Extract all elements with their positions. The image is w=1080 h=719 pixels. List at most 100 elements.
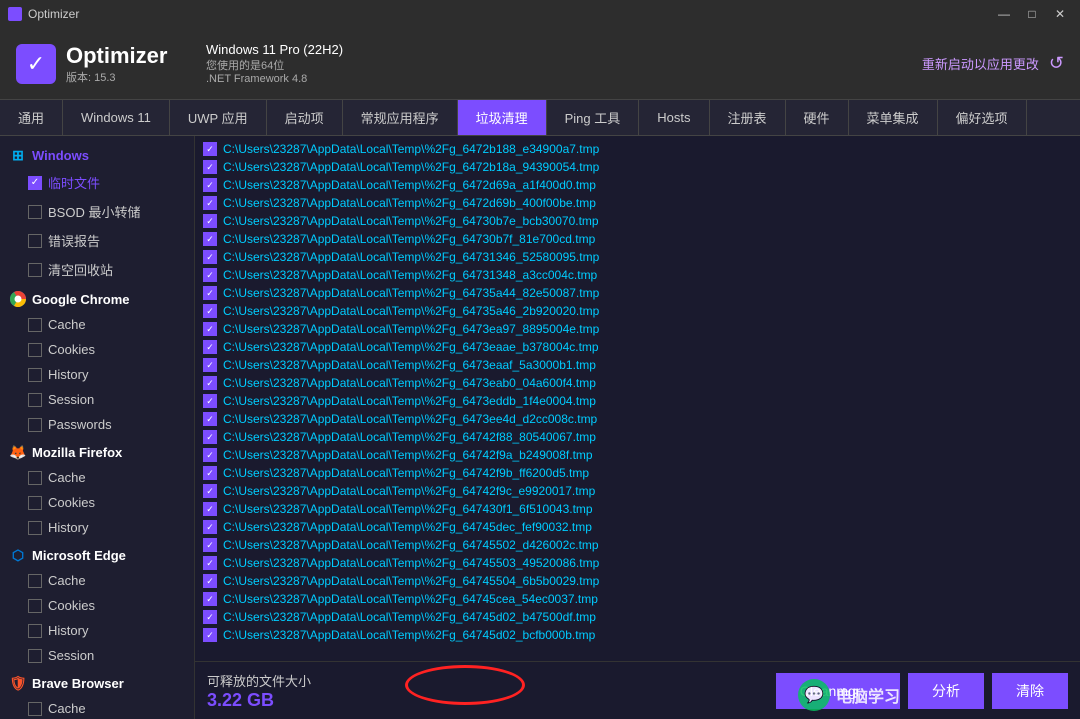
file-checkbox[interactable]: ✓ xyxy=(203,520,217,534)
sidebar-checkbox-chrome-passwords[interactable] xyxy=(28,418,42,432)
file-item[interactable]: ✓C:\Users\23287\AppData\Local\Temp\%2Fg_… xyxy=(195,518,1080,536)
sidebar-checkbox-firefox-history[interactable] xyxy=(28,521,42,535)
file-checkbox[interactable]: ✓ xyxy=(203,376,217,390)
file-checkbox[interactable]: ✓ xyxy=(203,430,217,444)
sidebar-checkbox-errorreport[interactable] xyxy=(28,234,42,248)
file-checkbox[interactable]: ✓ xyxy=(203,142,217,156)
sidebar-item-brave-cache[interactable]: Cache xyxy=(0,696,194,719)
file-checkbox[interactable]: ✓ xyxy=(203,394,217,408)
file-item[interactable]: ✓C:\Users\23287\AppData\Local\Temp\%2Fg_… xyxy=(195,482,1080,500)
sidebar-checkbox-edge-history[interactable] xyxy=(28,624,42,638)
file-checkbox[interactable]: ✓ xyxy=(203,250,217,264)
file-checkbox[interactable]: ✓ xyxy=(203,232,217,246)
file-item[interactable]: ✓C:\Users\23287\AppData\Local\Temp\%2Fg_… xyxy=(195,302,1080,320)
file-item[interactable]: ✓C:\Users\23287\AppData\Local\Temp\%2Fg_… xyxy=(195,464,1080,482)
tab-startup[interactable]: 启动项 xyxy=(267,100,343,135)
file-item[interactable]: ✓C:\Users\23287\AppData\Local\Temp\%2Fg_… xyxy=(195,248,1080,266)
sidebar-checkbox-chrome-history[interactable] xyxy=(28,368,42,382)
sidebar-checkbox-tempfiles[interactable] xyxy=(28,176,42,190)
file-checkbox[interactable]: ✓ xyxy=(203,574,217,588)
tab-junk[interactable]: 垃圾清理 xyxy=(458,100,547,135)
file-checkbox[interactable]: ✓ xyxy=(203,592,217,606)
restart-icon[interactable]: ↺ xyxy=(1049,53,1064,74)
sidebar-item-bsod[interactable]: BSOD 最小转储 xyxy=(0,197,194,226)
file-item[interactable]: ✓C:\Users\23287\AppData\Local\Temp\%2Fg_… xyxy=(195,194,1080,212)
sidebar-checkbox-chrome-cookies[interactable] xyxy=(28,343,42,357)
file-item[interactable]: ✓C:\Users\23287\AppData\Local\Temp\%2Fg_… xyxy=(195,392,1080,410)
sidebar-item-chrome-cache[interactable]: Cache xyxy=(0,312,194,337)
sidebar-item-firefox[interactable]: 🦊 Mozilla Firefox xyxy=(0,439,194,465)
tab-registry[interactable]: 注册表 xyxy=(710,100,786,135)
analyze-button[interactable]: 分析 xyxy=(908,673,984,709)
file-item[interactable]: ✓C:\Users\23287\AppData\Local\Temp\%2Fg_… xyxy=(195,230,1080,248)
file-checkbox[interactable]: ✓ xyxy=(203,358,217,372)
tab-hardware[interactable]: 硬件 xyxy=(786,100,849,135)
file-checkbox[interactable]: ✓ xyxy=(203,196,217,210)
file-item[interactable]: ✓C:\Users\23287\AppData\Local\Temp\%2Fg_… xyxy=(195,158,1080,176)
file-item[interactable]: ✓C:\Users\23287\AppData\Local\Temp\%2Fg_… xyxy=(195,284,1080,302)
sidebar-item-chrome-history[interactable]: History xyxy=(0,362,194,387)
tab-ping[interactable]: Ping 工具 xyxy=(547,100,640,135)
sidebar-checkbox-firefox-cookies[interactable] xyxy=(28,496,42,510)
sidebar-item-firefox-cache[interactable]: Cache xyxy=(0,465,194,490)
sidebar-item-chrome-session[interactable]: Session xyxy=(0,387,194,412)
file-item[interactable]: ✓C:\Users\23287\AppData\Local\Temp\%2Fg_… xyxy=(195,626,1080,644)
sidebar-item-edge[interactable]: ⬡ Microsoft Edge xyxy=(0,542,194,568)
sidebar-checkbox-chrome-cache[interactable] xyxy=(28,318,42,332)
sidebar-item-errorreport[interactable]: 错误报告 xyxy=(0,226,194,255)
clean-button[interactable]: 清除 xyxy=(992,673,1068,709)
sidebar-checkbox-edge-session[interactable] xyxy=(28,649,42,663)
file-checkbox[interactable]: ✓ xyxy=(203,178,217,192)
tab-preferences[interactable]: 偏好选项 xyxy=(938,100,1027,135)
sidebar-checkbox-edge-cookies[interactable] xyxy=(28,599,42,613)
sidebar-item-chrome-cookies[interactable]: Cookies xyxy=(0,337,194,362)
file-item[interactable]: ✓C:\Users\23287\AppData\Local\Temp\%2Fg_… xyxy=(195,320,1080,338)
sidebar-item-chrome[interactable]: Google Chrome xyxy=(0,286,194,312)
tab-general[interactable]: 通用 xyxy=(0,100,63,135)
file-checkbox[interactable]: ✓ xyxy=(203,556,217,570)
sidebar-checkbox-firefox-cache[interactable] xyxy=(28,471,42,485)
file-item[interactable]: ✓C:\Users\23287\AppData\Local\Temp\%2Fg_… xyxy=(195,374,1080,392)
sidebar-item-chrome-passwords[interactable]: Passwords xyxy=(0,412,194,437)
file-checkbox[interactable]: ✓ xyxy=(203,412,217,426)
file-checkbox[interactable]: ✓ xyxy=(203,160,217,174)
file-checkbox[interactable]: ✓ xyxy=(203,448,217,462)
sidebar-item-tempfiles[interactable]: 临时文件 xyxy=(0,168,194,197)
sidebar-item-edge-cache[interactable]: Cache xyxy=(0,568,194,593)
file-item[interactable]: ✓C:\Users\23287\AppData\Local\Temp\%2Fg_… xyxy=(195,356,1080,374)
file-item[interactable]: ✓C:\Users\23287\AppData\Local\Temp\%2Fg_… xyxy=(195,590,1080,608)
file-checkbox[interactable]: ✓ xyxy=(203,268,217,282)
sidebar-item-edge-history[interactable]: History xyxy=(0,618,194,643)
tab-windows11[interactable]: Windows 11 xyxy=(63,100,170,135)
sidebar-checkbox-edge-cache[interactable] xyxy=(28,574,42,588)
sidebar-checkbox-recycle[interactable] xyxy=(28,263,42,277)
sidebar-item-firefox-history[interactable]: History xyxy=(0,515,194,540)
sidebar-checkbox-chrome-session[interactable] xyxy=(28,393,42,407)
file-checkbox[interactable]: ✓ xyxy=(203,214,217,228)
maximize-button[interactable]: □ xyxy=(1020,4,1044,24)
tab-menu[interactable]: 菜单集成 xyxy=(849,100,938,135)
file-list[interactable]: ✓C:\Users\23287\AppData\Local\Temp\%2Fg_… xyxy=(195,136,1080,661)
sidebar-item-firefox-cookies[interactable]: Cookies xyxy=(0,490,194,515)
sidebar-item-windows[interactable]: ⊞ Windows xyxy=(0,142,194,168)
tab-apps[interactable]: 常规应用程序 xyxy=(343,100,458,135)
file-item[interactable]: ✓C:\Users\23287\AppData\Local\Temp\%2Fg_… xyxy=(195,608,1080,626)
tab-hosts[interactable]: Hosts xyxy=(639,100,709,135)
sidebar-item-brave[interactable]: 🛡 Brave Browser xyxy=(0,670,194,696)
close-button[interactable]: ✕ xyxy=(1048,4,1072,24)
restart-label[interactable]: 重新启动以应用更改 xyxy=(922,54,1039,73)
file-checkbox[interactable]: ✓ xyxy=(203,538,217,552)
minimize-button[interactable]: — xyxy=(992,4,1016,24)
file-checkbox[interactable]: ✓ xyxy=(203,340,217,354)
sidebar-checkbox-brave-cache[interactable] xyxy=(28,702,42,716)
file-item[interactable]: ✓C:\Users\23287\AppData\Local\Temp\%2Fg_… xyxy=(195,446,1080,464)
file-item[interactable]: ✓C:\Users\23287\AppData\Local\Temp\%2Fg_… xyxy=(195,338,1080,356)
file-checkbox[interactable]: ✓ xyxy=(203,610,217,624)
file-checkbox[interactable]: ✓ xyxy=(203,484,217,498)
file-item[interactable]: ✓C:\Users\23287\AppData\Local\Temp\%2Fg_… xyxy=(195,554,1080,572)
file-checkbox[interactable]: ✓ xyxy=(203,322,217,336)
file-item[interactable]: ✓C:\Users\23287\AppData\Local\Temp\%2Fg_… xyxy=(195,266,1080,284)
file-item[interactable]: ✓C:\Users\23287\AppData\Local\Temp\%2Fg_… xyxy=(195,500,1080,518)
file-item[interactable]: ✓C:\Users\23287\AppData\Local\Temp\%2Fg_… xyxy=(195,410,1080,428)
sidebar-item-recycle[interactable]: 清空回收站 xyxy=(0,255,194,284)
